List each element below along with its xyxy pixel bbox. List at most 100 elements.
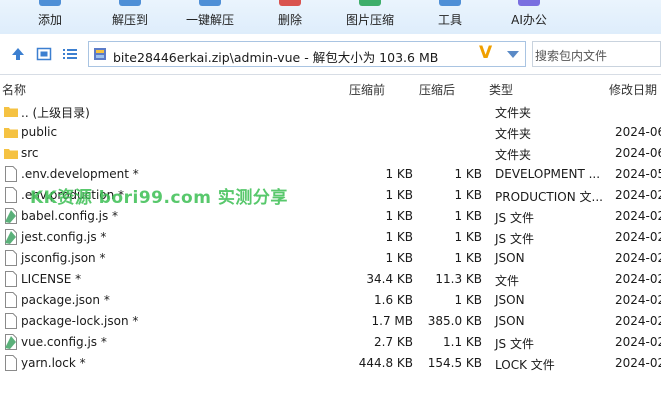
file-compressed: 1 KB (385, 167, 413, 181)
file-original: 154.5 KB (427, 356, 482, 370)
column-compressed[interactable]: 压缩前 (349, 81, 385, 98)
up-arrow-icon[interactable] (10, 46, 26, 62)
file-original: 1 KB (454, 209, 482, 223)
tools-button[interactable]: 工具 (426, 0, 474, 34)
thumbnail-view-icon[interactable] (36, 46, 52, 62)
file-date: 2024-02 (615, 314, 661, 328)
file-list: .. (上级目录) 文件夹 public 文件夹 2024-06 src 文件夹… (0, 101, 661, 374)
delete-button[interactable]: 删除 (266, 0, 314, 34)
file-date: 2024-06 (615, 146, 661, 160)
file-date: 2024-05 (615, 167, 661, 181)
file-type: 文件夹 (495, 106, 532, 120)
ai-office-button[interactable]: AI办公 (504, 0, 554, 34)
vip-badge[interactable]: V (479, 43, 492, 63)
file-row[interactable]: LICENSE * 34.4 KB 11.3 KB 文件 2024-02 (0, 269, 661, 290)
file-icon (5, 313, 17, 329)
image-compress-icon (359, 0, 381, 6)
extract-label: 解压到 (111, 13, 148, 27)
file-date: 2024-02 (615, 188, 661, 202)
file-row[interactable]: .env.development * 1 KB 1 KB DEVELOPMENT… (0, 164, 661, 185)
chevron-down-icon[interactable] (507, 51, 519, 58)
file-row[interactable]: src 文件夹 2024-06 (0, 143, 661, 164)
file-date: 2024-06 (615, 125, 661, 139)
file-type: JSON (495, 314, 525, 328)
add-label: 添加 (37, 13, 62, 27)
file-type: 文件 (495, 274, 520, 288)
file-original: 385.0 KB (427, 314, 482, 328)
file-original: 1 KB (454, 167, 482, 181)
toolbar: 添加 解压到 一键解压 删除 图片压缩 工具 AI办公 (0, 0, 661, 34)
file-type: DEVELOPMENT ... (495, 167, 601, 181)
search-field[interactable]: 搜索包内文件 (532, 41, 661, 67)
file-date: 2024-02 (615, 272, 661, 286)
folder-up-icon (4, 107, 18, 117)
file-original: 1 KB (454, 293, 482, 307)
watermark: KK资源 bori99.com 实测分享 (30, 188, 288, 208)
file-original: 1 KB (454, 188, 482, 202)
list-view-icon[interactable] (62, 46, 78, 62)
folder-icon (4, 149, 18, 159)
file-type: JS 文件 (495, 232, 534, 246)
image-compress-label: 图片压缩 (345, 13, 394, 27)
column-header: 名称 压缩前 压缩后 类型 修改日期 (0, 78, 661, 100)
delete-label: 删除 (277, 13, 302, 27)
archive-icon (94, 48, 106, 60)
file-name: babel.config.js * (21, 209, 119, 223)
file-type: JS 文件 (495, 211, 534, 225)
file-row[interactable]: jest.config.js * 1 KB 1 KB JS 文件 2024-02 (0, 227, 661, 248)
file-compressed: 34.4 KB (366, 272, 413, 286)
file-name: jsconfig.json * (21, 251, 106, 265)
file-original: 1.1 KB (443, 335, 482, 349)
address-row: bite28446erkai.zip\admin-vue - 解包大小为 103… (0, 34, 661, 75)
file-name: vue.config.js * (21, 335, 107, 349)
delete-icon (279, 0, 301, 6)
extract-icon (119, 0, 141, 6)
add-button[interactable]: 添加 (22, 0, 78, 34)
file-row[interactable]: public 文件夹 2024-06 (0, 122, 661, 143)
file-row[interactable]: babel.config.js * 1 KB 1 KB JS 文件 2024-0… (0, 206, 661, 227)
file-icon (5, 250, 17, 266)
address-bar[interactable]: bite28446erkai.zip\admin-vue - 解包大小为 103… (88, 41, 526, 67)
file-original: 1 KB (454, 230, 482, 244)
file-compressed: 1.6 KB (374, 293, 413, 307)
file-name: package-lock.json * (21, 314, 139, 328)
file-compressed: 1 KB (385, 209, 413, 223)
file-row[interactable]: yarn.lock * 444.8 KB 154.5 KB LOCK 文件 20… (0, 353, 661, 374)
folder-icon (4, 128, 18, 138)
image-compress-button[interactable]: 图片压缩 (339, 0, 401, 34)
file-type: 文件夹 (495, 148, 532, 162)
column-modified[interactable]: 修改日期 (609, 81, 657, 98)
js-file-icon (5, 334, 17, 350)
column-type[interactable]: 类型 (489, 81, 513, 98)
file-compressed: 1 KB (385, 188, 413, 202)
search-placeholder: 搜索包内文件 (535, 49, 608, 63)
file-name: .env.development * (21, 167, 139, 181)
file-date: 2024-02 (615, 230, 661, 244)
file-date: 2024-02 (615, 335, 661, 349)
file-date: 2024-02 (615, 293, 661, 307)
file-row[interactable]: .. (上级目录) 文件夹 (0, 101, 661, 122)
file-type: JSON (495, 293, 525, 307)
js-file-icon (5, 229, 17, 245)
file-icon (5, 166, 17, 182)
file-compressed: 444.8 KB (358, 356, 413, 370)
file-name: package.json * (21, 293, 110, 307)
file-compressed: 1 KB (385, 230, 413, 244)
ai-office-icon (518, 0, 540, 6)
extract-button[interactable]: 解压到 (101, 0, 159, 34)
file-name: .. (上级目录) (21, 106, 90, 120)
file-compressed: 2.7 KB (374, 335, 413, 349)
file-row[interactable]: package.json * 1.6 KB 1 KB JSON 2024-02 (0, 290, 661, 311)
file-compressed: 1.7 MB (371, 314, 413, 328)
file-row[interactable]: package-lock.json * 1.7 MB 385.0 KB JSON… (0, 311, 661, 332)
column-name[interactable]: 名称 (2, 81, 26, 98)
file-icon (5, 292, 17, 308)
file-row[interactable]: vue.config.js * 2.7 KB 1.1 KB JS 文件 2024… (0, 332, 661, 353)
file-icon (5, 187, 17, 203)
file-icon (5, 271, 17, 287)
file-row[interactable]: jsconfig.json * 1 KB 1 KB JSON 2024-02 (0, 248, 661, 269)
column-original[interactable]: 压缩后 (419, 81, 455, 98)
quick-extract-button[interactable]: 一键解压 (180, 0, 240, 34)
file-name: yarn.lock * (21, 356, 86, 370)
quick-extract-icon (199, 0, 221, 6)
